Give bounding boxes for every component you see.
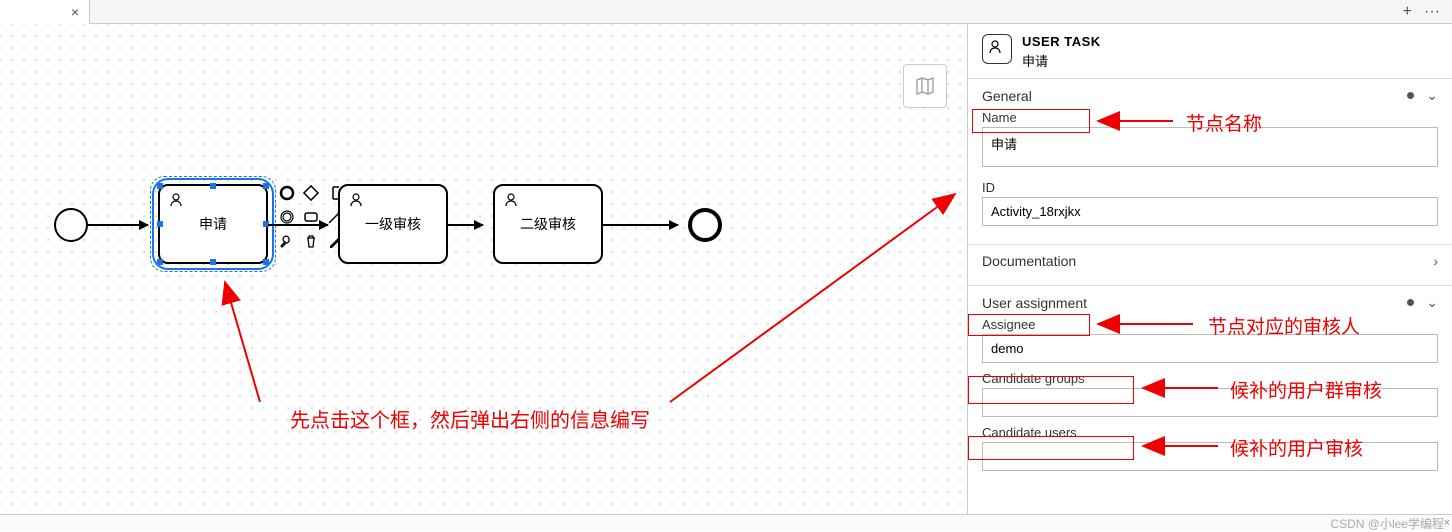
diagram-canvas[interactable]: 申请 一级审核 — [0, 24, 968, 514]
section-user-assignment: User assignment ⌄ Assignee Candidate gro… — [968, 285, 1452, 489]
add-tab-icon[interactable]: + — [1403, 3, 1412, 21]
section-title: User assignment — [982, 295, 1087, 311]
user-icon — [503, 192, 519, 211]
section-general: General ⌄ Name ID 节点名称 — [968, 78, 1452, 244]
id-input[interactable] — [982, 197, 1438, 226]
chevron-down-icon[interactable]: ⌄ — [1426, 87, 1438, 104]
section-title: Documentation — [982, 253, 1076, 269]
sequence-flow[interactable] — [268, 224, 328, 226]
properties-panel: USER TASK 申请 General ⌄ Name ID 节点名称 — [968, 24, 1452, 514]
user-task-review2[interactable]: 二级审核 — [493, 184, 603, 264]
trash-icon[interactable] — [300, 230, 322, 252]
status-bar: × — [0, 514, 1452, 530]
watermark: CSDN @小lee学编程 — [1330, 515, 1444, 532]
section-title: General — [982, 88, 1032, 104]
minimap-button[interactable] — [903, 64, 947, 108]
close-tab-icon[interactable]: × — [71, 4, 79, 20]
panel-header: USER TASK 申请 — [968, 24, 1452, 78]
map-icon — [914, 75, 936, 97]
tab[interactable]: × — [0, 0, 90, 24]
task-label: 一级审核 — [365, 214, 421, 234]
user-task-icon — [982, 34, 1012, 64]
sequence-flow[interactable] — [88, 224, 148, 226]
task-label: 二级审核 — [520, 214, 576, 234]
name-input[interactable] — [982, 127, 1438, 167]
section-header-general[interactable]: General ⌄ — [982, 87, 1438, 104]
sequence-flow[interactable] — [603, 224, 678, 226]
name-label: Name — [982, 110, 1438, 125]
annotation-text: 先点击这个框，然后弹出右侧的信息编写 — [290, 404, 650, 433]
candidate-groups-input[interactable] — [982, 388, 1438, 417]
element-type: USER TASK — [1022, 34, 1101, 49]
more-menu-icon[interactable]: ··· — [1424, 3, 1440, 21]
candidate-users-label: Candidate users — [982, 425, 1438, 440]
chevron-down-icon[interactable]: ⌄ — [1426, 294, 1438, 311]
user-icon — [348, 192, 364, 211]
chevron-right-icon[interactable]: › — [1433, 253, 1438, 269]
gateway-icon[interactable] — [300, 182, 322, 204]
candidate-groups-label: Candidate groups — [982, 371, 1438, 386]
wrench-icon[interactable] — [276, 230, 298, 252]
start-event[interactable] — [54, 208, 88, 242]
element-name: 申请 — [1022, 51, 1101, 70]
user-icon — [168, 192, 184, 211]
section-header-documentation[interactable]: Documentation › — [982, 253, 1438, 269]
section-documentation: Documentation › — [968, 244, 1452, 285]
candidate-users-input[interactable] — [982, 442, 1438, 471]
end-event-icon[interactable] — [276, 182, 298, 204]
dirty-dot-icon — [1407, 92, 1414, 99]
top-bar: × + ··· — [0, 0, 1452, 24]
top-actions: + ··· — [1403, 3, 1452, 21]
sequence-flow[interactable] — [448, 224, 483, 226]
dirty-dot-icon — [1407, 299, 1414, 306]
section-header-user-assignment[interactable]: User assignment ⌄ — [982, 294, 1438, 311]
assignee-label: Assignee — [982, 317, 1438, 332]
user-task-review1[interactable]: 一级审核 — [338, 184, 448, 264]
user-task-apply[interactable]: 申请 — [158, 184, 268, 264]
assignee-input[interactable] — [982, 334, 1438, 363]
end-event[interactable] — [688, 208, 722, 242]
close-icon[interactable]: × — [1444, 517, 1450, 529]
id-label: ID — [982, 180, 1438, 195]
main: 申请 一级审核 — [0, 24, 1452, 514]
task-label: 申请 — [199, 214, 227, 234]
